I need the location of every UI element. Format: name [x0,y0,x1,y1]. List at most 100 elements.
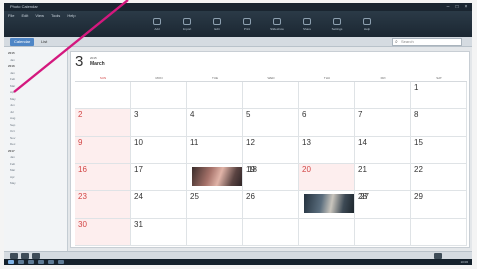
day-number: 29 [414,192,423,202]
taskbar-app-icon[interactable] [58,260,64,264]
day-cell[interactable]: 25 [187,191,243,219]
day-number: 20 [302,165,311,174]
tree-month[interactable]: Sep [10,123,15,127]
tree-month[interactable]: Mar [10,84,15,88]
weekday-thu: THU [299,74,355,82]
day-cell[interactable]: 8 [411,109,467,137]
day-cell[interactable]: 21 [355,164,411,192]
menu-item-file[interactable]: File [8,12,14,19]
day-cell[interactable]: 30 [75,218,131,246]
tree-month[interactable]: Jan [10,58,15,62]
tree-month[interactable]: Aug [10,116,15,120]
day-cell[interactable]: 6 [299,109,355,137]
tree-month[interactable]: Jul [10,110,14,114]
menu-item-view[interactable]: View [35,12,44,19]
day-cell[interactable]: 24 [131,191,187,219]
toolbar-button-slideshow[interactable]: Slideshow [264,16,290,34]
day-cell[interactable]: 27 [299,191,369,219]
search-input[interactable]: ⌕ Search [392,38,462,46]
toolbar-button-help[interactable]: Help [354,16,380,34]
day-number: 21 [358,165,367,174]
view-bar: Calendar List ⌕ Search [4,37,472,47]
day-number: 31 [134,219,143,229]
toolbar-button-settings[interactable]: Settings [324,16,350,34]
day-cell[interactable]: 2 [75,109,131,137]
menu-item-tools[interactable]: Tools [51,12,60,19]
day-number: 5 [246,110,251,120]
tree-year[interactable]: 2015 [8,51,15,55]
day-cell[interactable]: 28 [355,191,411,219]
day-cell[interactable]: 16 [75,164,131,192]
day-cell[interactable]: 11 [187,136,243,164]
day-cell[interactable]: 15 [411,136,467,164]
taskbar-app-icon[interactable] [28,260,34,264]
toolbar-button-import[interactable]: Import [174,16,200,34]
share-icon [303,18,311,25]
tree-month[interactable]: Jan [10,71,15,75]
day-number: 9 [78,137,83,147]
taskbar: 10:06 [4,259,472,265]
day-number: 3 [134,110,139,120]
taskbar-app-icon[interactable] [38,260,44,264]
start-icon[interactable] [8,260,14,264]
day-number: 22 [414,165,423,174]
day-cell[interactable]: 10 [131,136,187,164]
tree-month[interactable]: Mar [10,168,15,172]
toolbar-button-label: Import [182,27,192,31]
tab-list[interactable]: List [37,38,51,46]
day-cell[interactable]: 12 [243,136,299,164]
day-cell[interactable]: 1 [411,82,467,110]
photo-thumbnail[interactable] [304,194,354,214]
day-cell[interactable]: 29 [411,191,467,219]
tree-year[interactable]: 2016 [8,64,15,68]
menu-item-help[interactable]: Help [67,12,75,19]
toolbar-button-label: Print [243,27,251,31]
day-cell[interactable]: 17 [131,164,187,192]
day-cell[interactable]: 14 [355,136,411,164]
tree-year[interactable]: 2017 [8,149,15,153]
day-cell[interactable]: 22 [411,164,467,192]
day-cell[interactable]: 5 [243,109,299,137]
weekday-wed: WED [243,74,299,82]
empty-cell [75,82,131,110]
tree-month[interactable]: Feb [10,77,15,81]
day-cell[interactable]: 4 [187,109,243,137]
print-icon [243,18,251,25]
day-number: 15 [414,137,423,147]
photo-thumbnail[interactable] [192,167,242,186]
taskbar-app-icon[interactable] [48,260,54,264]
tree-month[interactable]: Apr [10,175,15,179]
tree-month[interactable]: Jan [10,155,15,159]
toolbar-button-share[interactable]: Share [294,16,320,34]
toolbar-button-edit[interactable]: Edit [204,16,230,34]
tree-month[interactable]: Feb [10,162,15,166]
day-number: 8 [414,110,419,120]
day-cell[interactable]: 13 [299,136,355,164]
add-icon [153,18,161,25]
tab-calendar[interactable]: Calendar [10,38,34,46]
minimize-icon[interactable]: – [444,4,452,10]
day-cell[interactable]: 9 [75,136,131,164]
tree-month[interactable]: May [10,181,16,185]
tree-month[interactable]: Nov [10,136,15,140]
day-cell[interactable]: 20 [299,164,355,192]
toolbar-button-label: Slideshow [270,27,284,31]
menu-item-edit[interactable]: Edit [21,12,28,19]
day-cell[interactable]: 19 [243,164,299,192]
tree-month[interactable]: Oct [10,129,15,133]
day-cell[interactable]: 31 [131,218,187,246]
day-cell[interactable]: 26 [243,191,299,219]
tree-month[interactable]: May [10,97,16,101]
day-cell[interactable]: 3 [131,109,187,137]
tree-month[interactable]: Apr [10,90,15,94]
taskbar-app-icon[interactable] [18,260,24,264]
close-icon[interactable]: × [462,4,470,10]
day-cell[interactable]: 7 [355,109,411,137]
day-cell[interactable]: 23 [75,191,131,219]
day-cell[interactable]: 18 [187,164,257,192]
tree-month[interactable]: Dec [10,142,15,146]
toolbar-button-print[interactable]: Print [234,16,260,34]
tree-month[interactable]: Jun [10,103,15,107]
toolbar-button-add[interactable]: Add [144,16,170,34]
maximize-icon[interactable]: □ [453,4,461,10]
